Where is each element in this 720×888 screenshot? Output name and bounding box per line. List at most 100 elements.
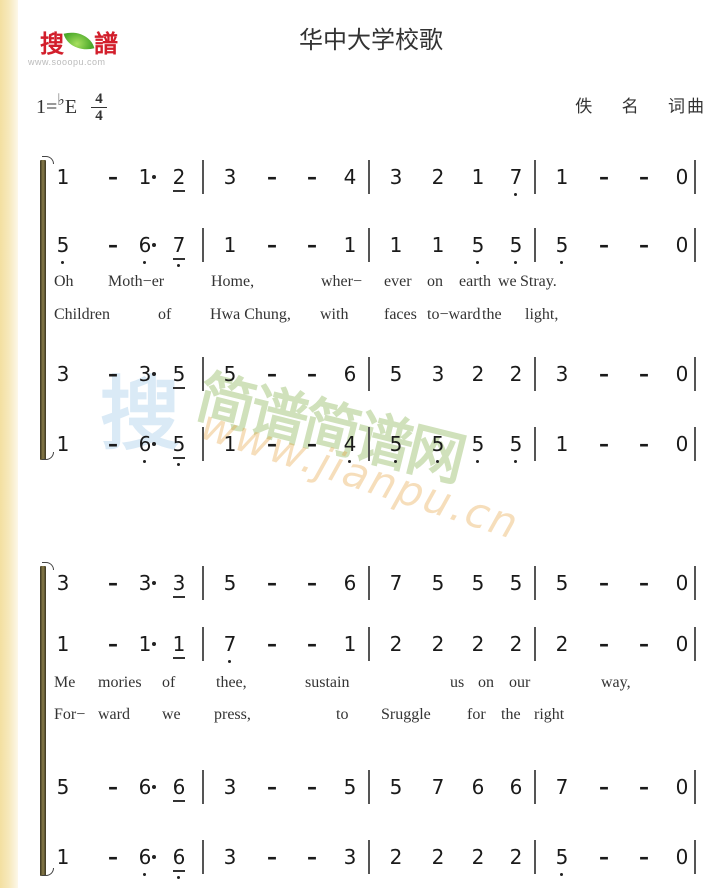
note: 1 [469, 166, 487, 188]
note-digit: 1 [172, 632, 186, 656]
note: 1 [54, 433, 72, 455]
note-digit: – [599, 571, 609, 595]
note: 2 [469, 363, 487, 385]
note: 3 [429, 363, 447, 385]
note: 5 [429, 572, 447, 594]
underline-beam [173, 657, 185, 659]
note-digit: 5 [555, 571, 569, 595]
note-digit: – [639, 775, 649, 799]
note: 6 [341, 572, 359, 594]
note: 3 [170, 571, 188, 598]
lyric-word: we [498, 273, 517, 290]
barline [368, 566, 370, 600]
hold-dash: – [104, 846, 122, 868]
note: 5 [507, 234, 525, 264]
hold-dash: – [595, 572, 613, 594]
watermark-url: www.jianpu.cn [194, 400, 526, 550]
note-digit: 1 [555, 165, 569, 189]
underline-beam [173, 190, 185, 192]
note-digit: 1 [138, 632, 152, 656]
lower-octave-dot [177, 264, 180, 267]
lyric-word: Stray. [520, 273, 557, 290]
lower-octave-dot [228, 660, 231, 663]
note: 3 [221, 166, 239, 188]
lyric-word: Hwa Chung, [210, 306, 291, 323]
note-digit: 3 [172, 571, 186, 595]
lyric-word: thee, [216, 674, 247, 691]
lower-octave-dot [436, 460, 439, 463]
note-digit: 5 [471, 432, 485, 456]
note: 5 [469, 432, 487, 463]
note: 5 [507, 572, 525, 594]
lyric-word: on [427, 273, 443, 290]
note-digit: 5 [471, 571, 485, 595]
note-digit: 3 [343, 845, 357, 869]
note-digit: 7 [509, 165, 523, 189]
barline [694, 566, 696, 600]
note: 0 [673, 166, 691, 188]
note-digit: – [307, 165, 317, 189]
note: 2 [507, 633, 525, 655]
note-digit: 6 [138, 845, 152, 869]
note: 5 [221, 572, 239, 594]
note-digit: 5 [223, 571, 237, 595]
underline-beam [173, 596, 185, 598]
note: 6 [341, 363, 359, 385]
note-digit: 6 [172, 775, 186, 799]
note-digit: 3 [431, 362, 445, 386]
note-digit: 1 [223, 233, 237, 257]
system-brace [40, 160, 46, 460]
note-digit: 5 [389, 362, 403, 386]
note-digit: – [639, 845, 649, 869]
hold-dash: – [635, 166, 653, 188]
augmentation-dot [152, 175, 156, 179]
brace-hook-bottom [42, 868, 54, 876]
note-digit: – [599, 845, 609, 869]
note: 2 [387, 846, 405, 868]
note-digit: – [108, 571, 118, 595]
note-digit: 5 [172, 432, 186, 456]
barline [534, 770, 536, 804]
note-digit: – [267, 432, 277, 456]
note-digit: 2 [431, 845, 445, 869]
barline [202, 566, 204, 600]
note-digit: 0 [675, 233, 689, 257]
note-digit: 3 [223, 165, 237, 189]
time-bottom: 4 [95, 108, 103, 124]
note-digit: 2 [509, 362, 523, 386]
staff-line: 1–1 1 7– –1 2 2 2 2 2– –0 [54, 627, 700, 663]
note: 1 [170, 632, 188, 659]
hold-dash: – [595, 433, 613, 455]
note: 2 [387, 633, 405, 655]
note-digit: 5 [555, 845, 569, 869]
lower-octave-dot [177, 463, 180, 466]
barline [534, 357, 536, 391]
note-digit: – [639, 165, 649, 189]
note-digit: 5 [56, 775, 70, 799]
lyric-word: us [450, 674, 465, 691]
lyric-word: to−ward [427, 306, 481, 323]
note-digit: – [599, 775, 609, 799]
augmentation-dot [152, 642, 156, 646]
note: 7 [387, 572, 405, 594]
note: 3 [341, 846, 359, 868]
hold-dash: – [303, 234, 321, 256]
lyric-word: light, [525, 306, 559, 323]
note-digit: – [307, 571, 317, 595]
note: 1 [54, 846, 72, 868]
note-digit: – [599, 165, 609, 189]
underline-beam [173, 870, 185, 872]
note: 5 [553, 572, 571, 594]
barline [534, 427, 536, 461]
hold-dash: – [635, 572, 653, 594]
note: 2 [429, 166, 447, 188]
staff-line: 3–3 3 5– –6 7 5 5 5 5– –0 [54, 566, 700, 600]
note-digit: 3 [138, 571, 152, 595]
note-digit: – [599, 233, 609, 257]
hold-dash: – [635, 846, 653, 868]
note: 1 [429, 234, 447, 256]
hold-dash: – [595, 166, 613, 188]
hold-dash: – [635, 776, 653, 798]
hold-dash: – [104, 166, 122, 188]
note-digit: 2 [172, 165, 186, 189]
